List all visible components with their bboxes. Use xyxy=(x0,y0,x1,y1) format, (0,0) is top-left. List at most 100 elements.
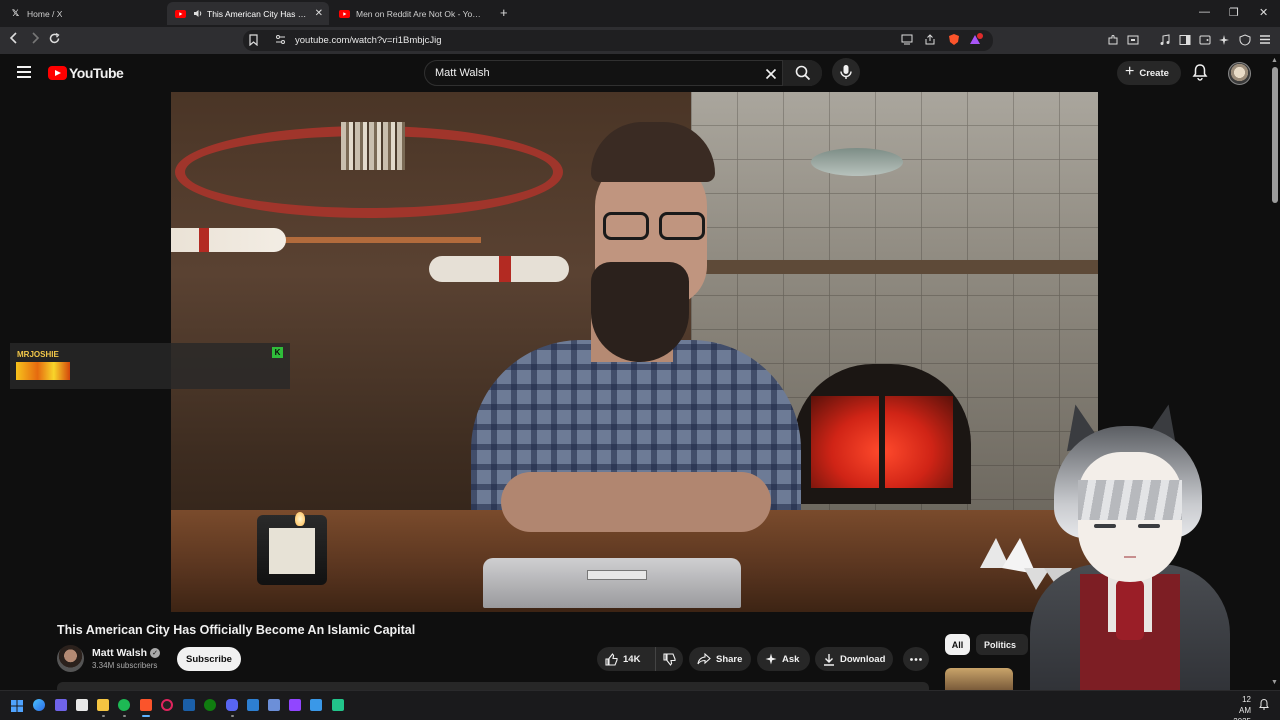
sidebar-icon[interactable] xyxy=(1179,34,1191,49)
close-window-button[interactable]: ✕ xyxy=(1259,6,1268,19)
search-input[interactable]: Matt Walsh xyxy=(435,67,490,79)
download-label: Download xyxy=(840,653,886,665)
like-button[interactable]: 14K xyxy=(597,647,655,671)
chip-all[interactable]: All xyxy=(945,634,970,655)
video-frame-oar-shaft xyxy=(281,237,481,243)
menu-icon[interactable] xyxy=(1259,34,1271,48)
brave-shields-icon[interactable] xyxy=(948,33,960,49)
video-frame-fireplace-divider xyxy=(879,390,885,490)
kick-badge-icon: K xyxy=(272,347,283,358)
cast-icon[interactable] xyxy=(901,34,913,48)
search-button[interactable] xyxy=(782,60,822,86)
minimize-button[interactable]: — xyxy=(1199,6,1210,18)
app-icon-m[interactable] xyxy=(268,699,280,711)
tab-youtube-reddit[interactable]: Men on Reddit Are Not Ok - YouTube xyxy=(331,2,493,25)
channel-avatar[interactable] xyxy=(57,645,84,672)
app-icon-green[interactable] xyxy=(332,699,344,711)
video-frame-candle-label xyxy=(269,528,315,574)
vtuber-mouth xyxy=(1124,556,1136,558)
extensions-icon[interactable] xyxy=(1107,34,1119,49)
bookmark-icon[interactable] xyxy=(249,34,258,49)
sparkle-icon xyxy=(765,653,777,665)
restore-button[interactable]: ❐ xyxy=(1229,6,1239,19)
brave-rewards-icon[interactable] xyxy=(969,33,983,49)
steam-icon[interactable] xyxy=(183,699,195,711)
browser-tab-strip: 𝕏 Home / X This American City Has Offici… xyxy=(0,0,1280,27)
new-tab-button[interactable]: + xyxy=(500,5,508,20)
create-button[interactable]: + Create xyxy=(1117,61,1181,85)
reload-button[interactable] xyxy=(48,32,61,48)
xbox-icon[interactable] xyxy=(204,699,216,711)
teams-icon[interactable] xyxy=(55,699,67,711)
notification-center-icon[interactable] xyxy=(1258,698,1270,710)
search-box[interactable]: Matt Walsh xyxy=(424,60,822,86)
file-explorer-icon[interactable] xyxy=(97,699,109,717)
spotify-icon[interactable] xyxy=(118,699,130,717)
description-box[interactable] xyxy=(57,682,929,690)
share-button[interactable]: Share xyxy=(689,647,751,671)
plus-icon: + xyxy=(1125,63,1135,80)
tab-title: Men on Reddit Are Not Ok - YouTube xyxy=(356,8,485,19)
screenshot-icon[interactable] xyxy=(1127,34,1139,49)
verified-check-icon: ✓ xyxy=(150,648,160,658)
thumbs-up-icon xyxy=(605,652,618,666)
site-settings-icon[interactable] xyxy=(275,34,286,48)
discord-icon[interactable] xyxy=(226,699,238,717)
video-player[interactable] xyxy=(171,92,1098,612)
video-frame-books xyxy=(341,122,405,170)
vtuber-avatar-overlay xyxy=(980,400,1240,714)
download-button[interactable]: Download xyxy=(815,647,893,671)
twitch-icon[interactable] xyxy=(289,699,301,711)
leo-ai-icon[interactable] xyxy=(1219,34,1231,49)
scroll-down-arrow-icon[interactable]: ▼ xyxy=(1271,679,1278,686)
video-frame-laptop xyxy=(483,558,741,608)
clear-search-icon[interactable] xyxy=(765,64,777,84)
wallet-icon[interactable] xyxy=(1199,34,1211,49)
scrollbar-thumb[interactable] xyxy=(1272,67,1278,203)
video-frame-host-arms xyxy=(501,472,771,532)
video-frame-mounted-fish xyxy=(811,148,903,176)
recommended-video-thumbnail[interactable] xyxy=(945,668,1013,690)
channel-name[interactable]: Matt Walsh xyxy=(92,647,147,659)
chat-username: MRJOSHIE xyxy=(17,350,59,359)
app-icon-image[interactable] xyxy=(310,699,322,711)
windows-start-icon[interactable] xyxy=(11,699,23,712)
subscribe-button[interactable]: Subscribe xyxy=(177,647,241,671)
brave-browser-icon[interactable] xyxy=(140,699,152,717)
tab-home-x[interactable]: 𝕏 Home / X xyxy=(2,2,166,25)
tab-close-icon[interactable]: ✕ xyxy=(315,8,323,19)
more-actions-button[interactable] xyxy=(903,647,929,671)
youtube-icon xyxy=(339,8,350,19)
video-frame-candle-flame xyxy=(295,512,305,526)
dislike-button[interactable] xyxy=(655,647,683,671)
back-button[interactable] xyxy=(9,32,19,47)
stream-chat-overlay: MRJOSHIE K xyxy=(10,343,290,389)
forward-button[interactable] xyxy=(30,32,40,47)
music-icon[interactable] xyxy=(1159,34,1171,49)
scroll-up-arrow-icon[interactable]: ▲ xyxy=(1271,57,1278,64)
account-avatar[interactable] xyxy=(1228,62,1251,85)
audio-playing-icon[interactable] xyxy=(192,8,203,19)
taskbar-clock[interactable]: 12 AM 2025 xyxy=(1229,694,1251,720)
task-view-icon[interactable] xyxy=(76,699,88,711)
app-icon-blue[interactable] xyxy=(247,699,259,711)
obs-icon[interactable] xyxy=(161,699,173,711)
search-icon xyxy=(795,65,811,81)
youtube-play-logo-icon xyxy=(48,66,67,80)
guide-menu-icon[interactable] xyxy=(17,66,31,78)
subscriber-count: 3.34M subscribers xyxy=(92,661,158,670)
notifications-bell-icon[interactable] xyxy=(1192,63,1208,86)
youtube-logo[interactable]: YouTube xyxy=(48,65,124,81)
vpn-shield-icon[interactable] xyxy=(1239,34,1251,49)
address-bar[interactable]: youtube.com/watch?v=ri1BmbjcJig xyxy=(243,30,993,51)
tab-youtube-active[interactable]: This American City Has Offici ✕ xyxy=(167,2,329,25)
widgets-icon[interactable] xyxy=(33,699,45,711)
url-text: youtube.com/watch?v=ri1BmbjcJig xyxy=(295,35,442,46)
youtube-header: YouTube Matt Walsh + Create xyxy=(0,54,1280,92)
tab-title: Home / X xyxy=(27,8,63,19)
video-frame-host-beard xyxy=(591,262,689,362)
ask-button[interactable]: Ask xyxy=(757,647,810,671)
voice-search-button[interactable] xyxy=(832,58,860,86)
share-page-icon[interactable] xyxy=(924,34,936,48)
video-frame-oar xyxy=(171,228,286,252)
